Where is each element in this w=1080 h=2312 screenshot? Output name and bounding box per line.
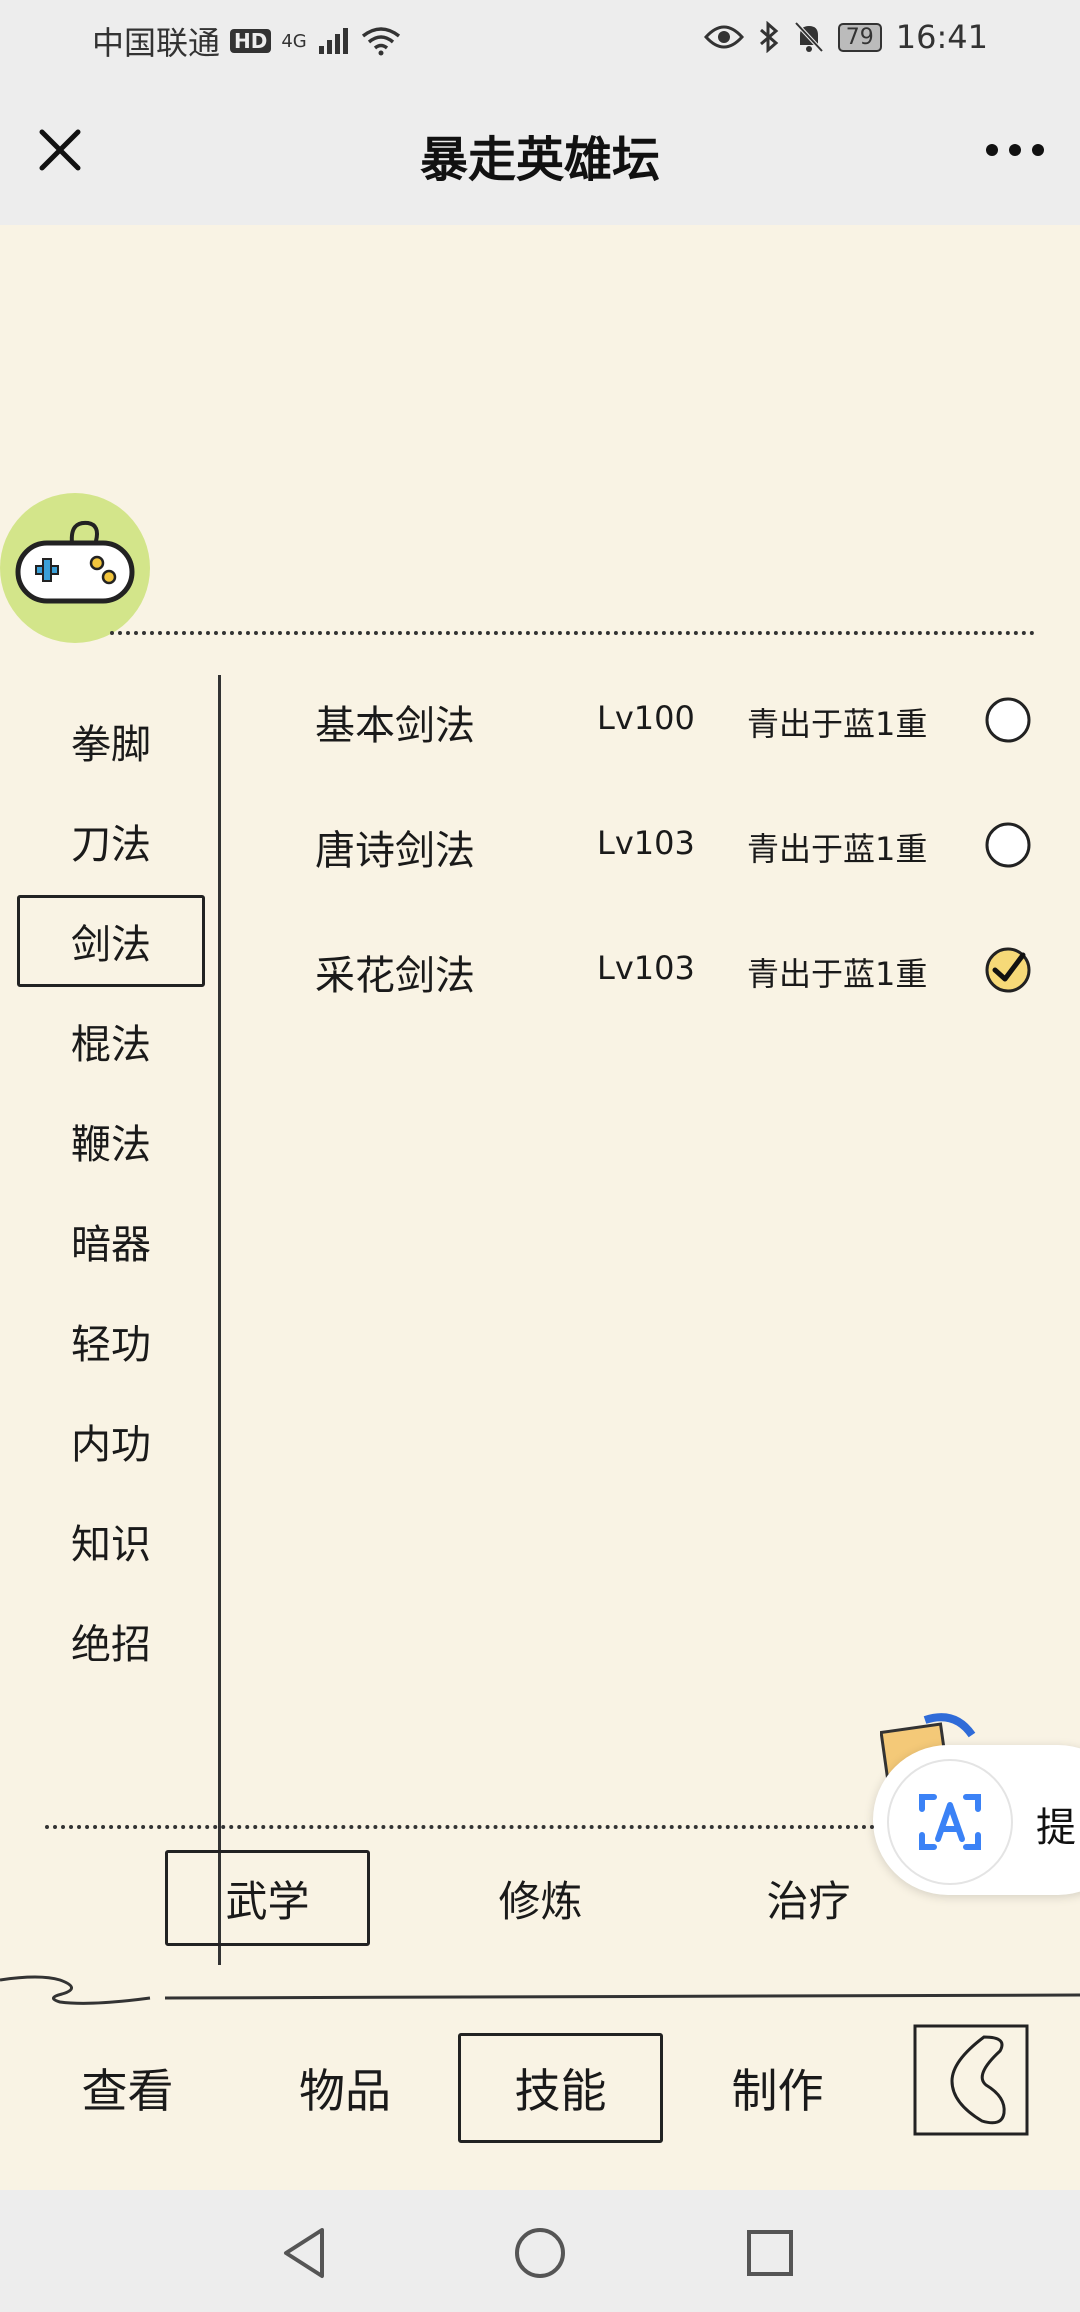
category-item-jianfa[interactable]: 剑法 (17, 895, 205, 987)
middle-divider (45, 1825, 875, 1829)
top-divider (110, 631, 1035, 635)
skill-level: Lv103 (597, 949, 695, 987)
pill-label: 提 (1036, 1805, 1076, 1851)
category-item-bianfa[interactable]: 鞭法 (17, 1095, 205, 1187)
back-triangle-icon[interactable] (270, 2218, 340, 2288)
skill-row[interactable]: 基本剑法 Lv100 青出于蓝1重 (315, 685, 1035, 755)
subtab-wuxue[interactable]: 武学 (165, 1850, 370, 1946)
tab-jineng[interactable]: 技能 (458, 2033, 663, 2143)
category-divider (218, 675, 221, 1965)
category-item-juezhao[interactable]: 绝招 (17, 1595, 205, 1687)
category-item-gunfa[interactable]: 棍法 (17, 995, 205, 1087)
recents-square-icon[interactable] (735, 2218, 805, 2288)
category-item-anqi[interactable]: 暗器 (17, 1195, 205, 1287)
hd-badge: HD (230, 29, 272, 53)
gamepad-icon (15, 520, 135, 604)
decorative-divider (0, 1975, 1080, 2005)
title-bar: 暴走英雄坛 (0, 80, 1080, 225)
category-item-quanjiao[interactable]: 拳脚 (17, 695, 205, 787)
skill-name: 唐诗剑法 (315, 828, 475, 874)
checked-circle-icon[interactable] (983, 945, 1033, 995)
game-area: 拳脚 刀法 剑法 棍法 鞭法 暗器 轻功 内功 知识 绝招 基本剑法 Lv100… (0, 225, 1080, 2190)
skill-tier: 青出于蓝1重 (747, 830, 928, 868)
more-options-icon[interactable] (980, 120, 1050, 180)
game-menu-button[interactable] (0, 493, 150, 643)
skill-name: 采花剑法 (315, 953, 475, 999)
status-left: 中国联通 HD 4G (92, 18, 401, 64)
category-item-zhishi[interactable]: 知识 (17, 1495, 205, 1587)
tab-chakan[interactable]: 查看 (50, 2033, 205, 2143)
signal-icon (318, 28, 348, 54)
unchecked-circle-icon[interactable] (983, 695, 1033, 745)
skill-row[interactable]: 采花剑法 Lv103 青出于蓝1重 (315, 935, 1035, 1005)
status-right: 79 16:41 (703, 18, 988, 56)
category-item-qinggong[interactable]: 轻功 (17, 1295, 205, 1387)
wifi-icon (361, 27, 400, 56)
skill-level: Lv100 (597, 699, 695, 737)
home-circle-icon[interactable] (505, 2218, 575, 2288)
skill-tier: 青出于蓝1重 (747, 955, 928, 993)
skill-name: 基本剑法 (315, 703, 475, 749)
subtab-xiulian[interactable]: 修炼 (438, 1850, 643, 1946)
unchecked-circle-icon[interactable] (983, 820, 1033, 870)
tab-zhizuo[interactable]: 制作 (695, 2033, 860, 2143)
page-title: 暴走英雄坛 (419, 132, 660, 188)
clock: 16:41 (895, 18, 988, 56)
system-nav-bar (0, 2190, 1080, 2312)
subtab-zhiliao[interactable]: 治疗 (706, 1850, 911, 1946)
skill-level: Lv103 (597, 824, 695, 862)
carrier-label: 中国联通 (92, 24, 221, 62)
eye-icon (703, 25, 744, 49)
skill-tier: 青出于蓝1重 (747, 705, 928, 743)
mute-bell-icon (794, 21, 824, 53)
network-label: 4G (281, 30, 307, 52)
category-item-neigong[interactable]: 内功 (17, 1395, 205, 1487)
back-card-icon[interactable] (912, 2023, 1030, 2137)
battery-indicator: 79 (837, 22, 882, 52)
status-bar: 中国联通 HD 4G 79 16:41 (0, 0, 1080, 80)
bluetooth-icon (759, 21, 779, 53)
tab-wupin[interactable]: 物品 (265, 2033, 425, 2143)
skill-row[interactable]: 唐诗剑法 Lv103 青出于蓝1重 (315, 810, 1035, 880)
category-item-daofa[interactable]: 刀法 (17, 795, 205, 887)
